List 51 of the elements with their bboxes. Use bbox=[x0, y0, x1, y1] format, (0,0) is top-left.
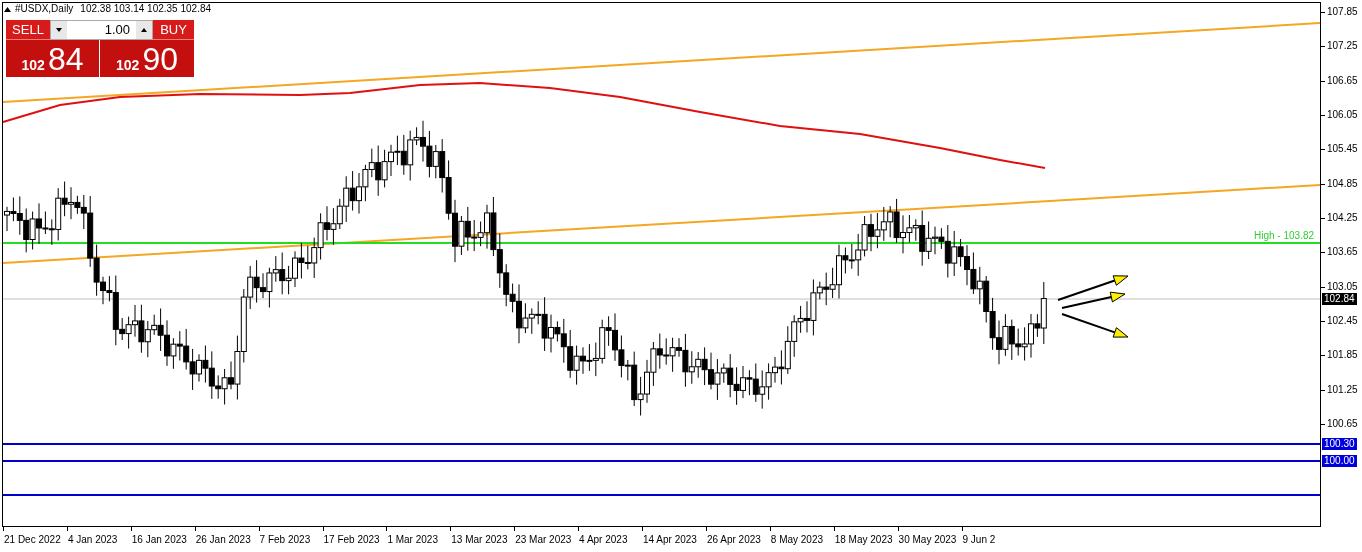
buy-price-button[interactable]: 102 90 bbox=[100, 40, 194, 77]
date-axis-label: 21 Dec 2022 bbox=[4, 534, 61, 546]
triangle-icon[interactable] bbox=[4, 6, 11, 12]
price-tag: 100.30 bbox=[1322, 438, 1357, 450]
price-axis-label: 103.05 bbox=[1327, 280, 1358, 293]
price-big-figure: 102 bbox=[116, 57, 140, 75]
buy-button[interactable]: BUY bbox=[153, 20, 194, 40]
price-axis-label: 102.45 bbox=[1327, 314, 1358, 327]
price-axis-label: 106.65 bbox=[1327, 74, 1358, 87]
sell-price-button[interactable]: 102 84 bbox=[6, 40, 99, 77]
price-axis-label: 104.25 bbox=[1327, 211, 1358, 224]
price-axis-label: 101.85 bbox=[1327, 349, 1358, 362]
date-axis-label: 4 Apr 2023 bbox=[579, 534, 628, 546]
price-axis-label: 104.85 bbox=[1327, 177, 1358, 190]
date-axis-label: 16 Jan 2023 bbox=[131, 534, 187, 546]
arrow bbox=[1061, 313, 1129, 338]
current-price-tag: 102.84 bbox=[1322, 293, 1357, 305]
price-axis-label: 105.45 bbox=[1327, 143, 1358, 156]
price-axis-label: 106.05 bbox=[1327, 109, 1358, 121]
price-pips: 90 bbox=[142, 43, 178, 75]
price-axis-label: 107.85 bbox=[1327, 6, 1358, 18]
increase-button[interactable] bbox=[136, 21, 152, 39]
date-axis-label: 9 Jun 2 bbox=[962, 534, 996, 546]
decrease-button[interactable] bbox=[51, 21, 67, 39]
date-axis-label: 26 Jan 2023 bbox=[195, 534, 251, 546]
caret-down-icon bbox=[56, 28, 62, 32]
price-axis-label: 101.25 bbox=[1327, 383, 1358, 396]
price-big-figure: 102 bbox=[21, 57, 45, 75]
date-axis-label: 1 Mar 2023 bbox=[387, 534, 438, 546]
price-axis-label: 100.65 bbox=[1327, 417, 1358, 430]
volume-spinner[interactable]: 1.00 bbox=[50, 20, 153, 40]
high-label: High - 103.82 bbox=[1254, 230, 1315, 242]
date-axis-label: 26 Apr 2023 bbox=[706, 534, 761, 546]
date-axis-label: 18 May 2023 bbox=[834, 534, 893, 546]
caret-up-icon bbox=[141, 28, 147, 32]
price-pips: 84 bbox=[47, 43, 84, 75]
sell-button[interactable]: SELL bbox=[6, 20, 50, 40]
price-axis-label: 103.65 bbox=[1327, 246, 1358, 259]
date-axis-label: 13 Mar 2023 bbox=[451, 534, 508, 546]
chart-title: #USDX,Daily bbox=[15, 3, 74, 15]
date-axis-label: 30 May 2023 bbox=[898, 534, 957, 546]
date-axis-label: 7 Feb 2023 bbox=[259, 534, 311, 546]
date-axis-label: 23 Mar 2023 bbox=[515, 534, 572, 546]
date-axis-label: 14 Apr 2023 bbox=[643, 534, 697, 546]
date-axis-label: 8 May 2023 bbox=[770, 534, 824, 546]
date-axis-label: 4 Jan 2023 bbox=[67, 534, 118, 546]
price-tag: 100.00 bbox=[1322, 455, 1357, 467]
ohlc-values: 102.38 103.14 102.35 102.84 bbox=[80, 3, 212, 15]
price-axis-label: 107.25 bbox=[1327, 40, 1358, 53]
volume-value: 1.00 bbox=[103, 21, 131, 39]
date-axis-label: 17 Feb 2023 bbox=[323, 534, 380, 546]
